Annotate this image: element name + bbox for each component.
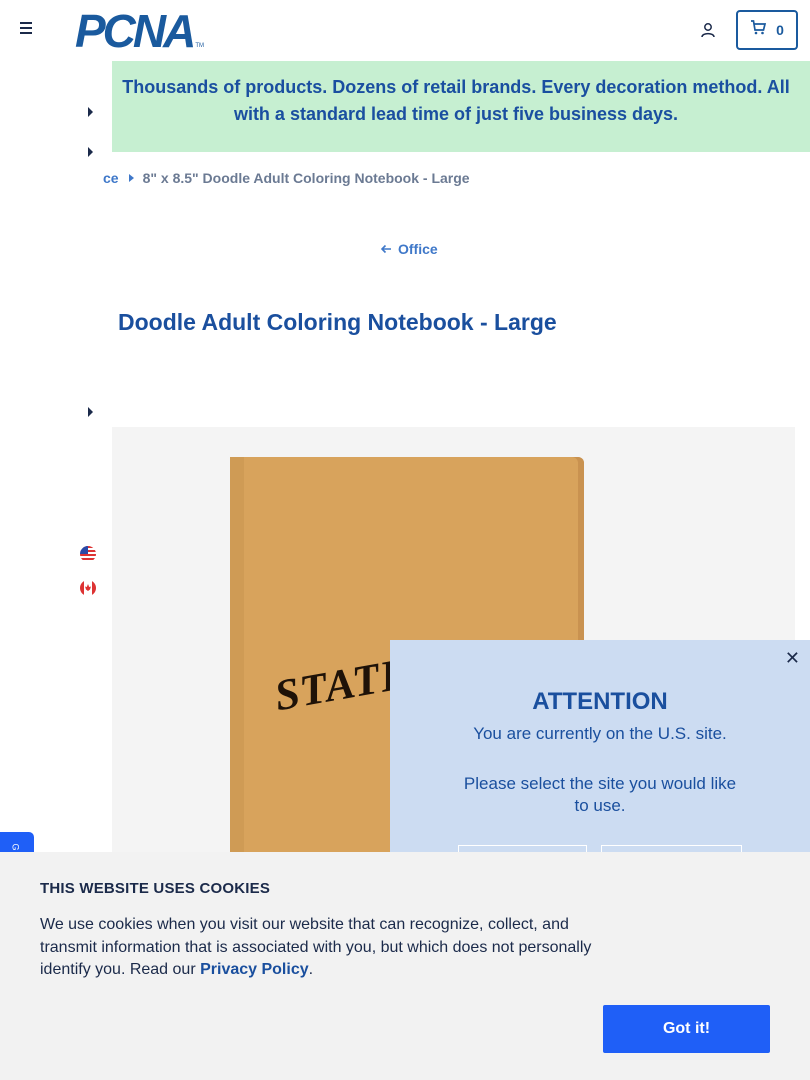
cart-button[interactable]: 0	[736, 10, 798, 50]
cart-icon	[750, 20, 767, 40]
canada-flag-icon[interactable]	[80, 580, 96, 596]
modal-message-current-site: You are currently on the U.S. site.	[473, 724, 727, 743]
cookie-banner: THIS WEBSITE USES COOKIES We use cookies…	[0, 852, 810, 1080]
breadcrumb-separator-icon	[128, 174, 134, 182]
cookie-text: We use cookies when you visit our websit…	[40, 914, 600, 982]
modal-message-select-site: Please select the site you would like to…	[463, 774, 737, 815]
accept-cookies-button[interactable]: Got it!	[603, 1005, 770, 1053]
breadcrumb-parent-link[interactable]: ce	[103, 170, 119, 186]
site-header: PCNA TM 0	[0, 0, 810, 61]
breadcrumb-current: 8" x 8.5" Doodle Adult Coloring Notebook…	[142, 170, 470, 186]
promo-line-2: with a standard lead time of just five b…	[233, 104, 679, 124]
feedback-tab-label: G	[10, 843, 21, 851]
product-title: Doodle Adult Coloring Notebook - Large	[118, 309, 557, 335]
nav-expand-caret[interactable]	[88, 407, 93, 417]
arrow-left-icon	[380, 244, 391, 254]
pcna-logo[interactable]: PCNA TM	[75, 5, 205, 57]
logo-text: PCNA	[75, 5, 196, 57]
promo-line-1: Thousands of products. Dozens of retail …	[122, 77, 790, 97]
cart-count: 0	[776, 22, 784, 38]
menu-icon[interactable]	[20, 22, 36, 38]
back-link-label: Office	[398, 241, 438, 257]
page: PCNA TM 0 Thousands of products. Dozens …	[0, 0, 810, 1080]
site-select-modal: ✕ ATTENTION You are currently on the U.S…	[390, 640, 810, 885]
user-account-icon[interactable]	[700, 22, 716, 38]
modal-title: ATTENTION	[532, 688, 668, 715]
back-to-category-link[interactable]: Office	[380, 241, 438, 257]
cookie-text-body: We use cookies when you visit our websit…	[40, 916, 592, 978]
cookie-text-end: .	[308, 961, 314, 978]
nav-expand-caret[interactable]	[88, 107, 93, 117]
close-icon[interactable]: ✕	[785, 649, 800, 667]
breadcrumb: ce 8" x 8.5" Doodle Adult Coloring Noteb…	[103, 170, 470, 186]
cookie-title: THIS WEBSITE USES COOKIES	[40, 880, 271, 897]
promo-banner: Thousands of products. Dozens of retail …	[112, 61, 810, 152]
logo-trademark: TM	[195, 43, 205, 49]
nav-expand-caret[interactable]	[88, 147, 93, 157]
us-flag-icon[interactable]	[80, 546, 96, 562]
promo-banner-text: Thousands of products. Dozens of retail …	[102, 74, 800, 128]
privacy-policy-link[interactable]: Privacy Policy	[200, 961, 309, 978]
